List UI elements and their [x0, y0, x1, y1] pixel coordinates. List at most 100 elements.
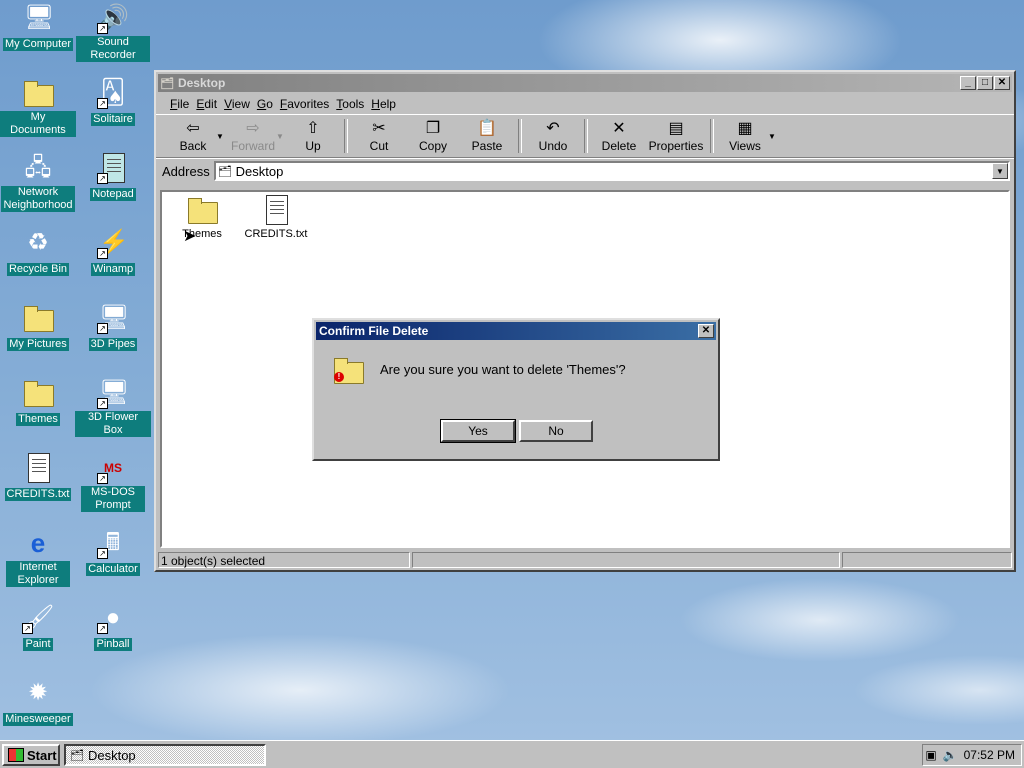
folder-icon	[22, 377, 54, 409]
desktop-icon-label: 3D Pipes	[88, 338, 138, 351]
folder-icon	[186, 194, 218, 226]
dialog-close-button[interactable]: ✕	[698, 324, 714, 338]
file-item-credits[interactable]: CREDITS.txt	[238, 194, 314, 240]
desktop-icon-msdos-prompt[interactable]: MS ↗ MS-DOS Prompt	[75, 452, 151, 512]
no-button[interactable]: No	[519, 420, 593, 442]
toolbar-separator	[584, 119, 588, 153]
menu-tools[interactable]: Tools	[336, 97, 364, 111]
system-tray: ▣ 🔈 07:52 PM	[922, 744, 1022, 766]
close-button[interactable]: ✕	[994, 76, 1010, 90]
desktop-icon-notepad[interactable]: ↗ Notepad	[75, 152, 151, 201]
winamp-icon: ⚡ ↗	[97, 229, 129, 259]
desktop-icon-my-pictures[interactable]: My Pictures	[0, 302, 76, 351]
msdos-icon: MS ↗	[97, 452, 129, 484]
desktop-icon-label: My Documents	[0, 111, 76, 137]
maximize-button[interactable]: □	[977, 76, 993, 90]
desktop-icon-label: My Pictures	[7, 338, 69, 351]
status-panel	[842, 552, 1012, 568]
menu-edit[interactable]: Edit	[196, 97, 217, 111]
toolbar-separator	[710, 119, 714, 153]
notepad-icon: ↗	[97, 152, 129, 184]
desktop-icon-internet-explorer[interactable]: e Internet Explorer	[0, 527, 76, 587]
paste-button[interactable]: 📋 Paste	[460, 119, 514, 153]
undo-label: Undo	[538, 139, 568, 153]
forward-dropdown-arrow[interactable]: ▼	[276, 132, 286, 141]
minimize-button[interactable]: _	[960, 76, 976, 90]
dialog-message: Are you sure you want to delete 'Themes'…	[380, 362, 626, 377]
address-dropdown-arrow[interactable]: ▼	[992, 163, 1008, 179]
screensaver-icon: 🖥 ↗	[97, 304, 130, 334]
desktop-icon-label: My Computer	[2, 38, 74, 51]
pinball-icon: ● ↗	[97, 602, 129, 634]
desktop-icon-label: Recycle Bin	[6, 263, 70, 276]
taskbar-button-desktop[interactable]: 🗂 Desktop	[64, 744, 266, 766]
desktop-icon-themes[interactable]: Themes	[0, 377, 76, 426]
sound-recorder-icon: 🔊 ↗	[97, 4, 129, 34]
up-label: Up	[305, 139, 321, 153]
status-bar: 1 object(s) selected	[158, 552, 1012, 570]
views-button[interactable]: ▦ Views	[718, 119, 772, 153]
network-icon: 🖧	[24, 154, 52, 181]
calculator-icon: 🖩 ↗	[97, 527, 129, 559]
folder-icon: 🗂	[160, 77, 174, 90]
desktop-icon-label: Solitaire	[91, 113, 135, 126]
task-label: Desktop	[87, 747, 136, 763]
desktop-icon-pinball[interactable]: ● ↗ Pinball	[75, 602, 151, 651]
properties-button[interactable]: ▤ Properties	[646, 119, 706, 153]
copy-button[interactable]: ❐ Copy	[406, 119, 460, 153]
folder-icon	[22, 77, 54, 109]
dialog-titlebar[interactable]: Confirm File Delete ✕	[316, 322, 716, 340]
address-input[interactable]: 🗂 Desktop ▼	[213, 161, 1010, 181]
menu-file[interactable]: File	[170, 97, 189, 111]
status-panel	[412, 552, 840, 568]
folder-icon: 🗂	[70, 749, 84, 762]
desktop-icon-my-documents[interactable]: My Documents	[0, 77, 76, 137]
address-label: Address	[162, 163, 210, 179]
start-button[interactable]: Start	[2, 744, 60, 766]
menu-view[interactable]: View	[224, 97, 250, 111]
views-dropdown-arrow[interactable]: ▼	[768, 132, 778, 141]
mouse-cursor-icon: ➤	[183, 228, 197, 245]
desktop-icon-recycle-bin[interactable]: ♻ Recycle Bin	[0, 227, 76, 276]
desktop-icon-3d-pipes[interactable]: 🖥 ↗ 3D Pipes	[75, 302, 151, 351]
desktop-icon-my-computer[interactable]: 🖥 My Computer	[0, 2, 76, 51]
menu-favorites[interactable]: Favorites	[280, 97, 329, 111]
desktop-icon-label: Winamp	[90, 263, 136, 276]
desktop-icon-paint[interactable]: 🖌 ↗ Paint	[0, 602, 76, 651]
desktop-icon-network-neighborhood[interactable]: 🖧 Network Neighborhood	[0, 152, 76, 212]
up-button[interactable]: ⇧ Up	[286, 119, 340, 153]
taskbar: Start 🗂 Desktop ▣ 🔈 07:52 PM	[0, 740, 1024, 768]
desktop-icon-calculator[interactable]: 🖩 ↗ Calculator	[75, 527, 151, 576]
back-button[interactable]: ⇦ Back	[166, 119, 220, 153]
desktop-icon-minesweeper[interactable]: ✹ Minesweeper	[0, 677, 76, 726]
window-titlebar[interactable]: 🗂 Desktop _ □ ✕	[158, 74, 1012, 92]
paint-icon: 🖌 ↗	[22, 604, 55, 634]
desktop-icon-winamp[interactable]: ⚡ ↗ Winamp	[75, 227, 151, 276]
cut-label: Cut	[369, 139, 389, 153]
scissors-icon: ✂	[372, 120, 386, 137]
desktop-icon-credits[interactable]: CREDITS.txt	[0, 452, 76, 501]
menu-help[interactable]: Help	[371, 97, 396, 111]
cut-button[interactable]: ✂ Cut	[352, 119, 406, 153]
delete-button[interactable]: ✕ Delete	[592, 119, 646, 153]
menu-go[interactable]: Go	[257, 97, 273, 111]
back-dropdown-arrow[interactable]: ▼	[216, 132, 226, 141]
yes-button[interactable]: Yes	[440, 419, 516, 443]
undo-button[interactable]: ↶ Undo	[526, 119, 580, 153]
copy-label: Copy	[418, 139, 447, 153]
desktop-icon-label: Paint	[23, 638, 53, 651]
toolbar-separator	[518, 119, 522, 153]
desktop-icon-label: MS-DOS Prompt	[81, 486, 145, 512]
up-folder-icon: ⇧	[306, 120, 320, 137]
desktop-icon-solitaire[interactable]: 🂡 ↗ Solitaire	[75, 77, 151, 126]
scheduler-icon[interactable]: ▣	[925, 748, 936, 762]
desktop-icon-sound-recorder[interactable]: 🔊 ↗ Sound Recorder	[75, 2, 151, 62]
paste-label: Paste	[471, 139, 503, 153]
text-file-icon	[22, 452, 54, 484]
dialog-title: Confirm File Delete	[319, 324, 429, 338]
file-item-themes[interactable]: Themes	[164, 194, 240, 240]
clock[interactable]: 07:52 PM	[964, 748, 1015, 762]
volume-icon[interactable]: 🔈	[943, 748, 958, 762]
forward-button[interactable]: ⇨ Forward	[226, 119, 280, 153]
desktop-icon-3d-flower-box[interactable]: 🖥 ↗ 3D Flower Box	[75, 377, 151, 437]
